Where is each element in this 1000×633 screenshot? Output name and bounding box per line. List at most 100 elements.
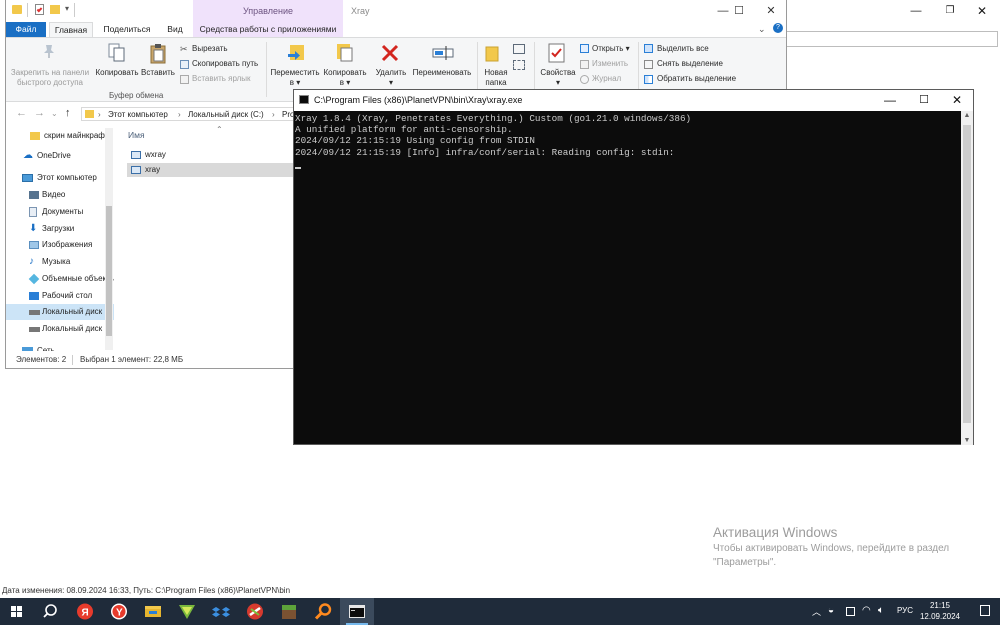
close-button[interactable]: ✕ bbox=[755, 2, 786, 20]
ribbon-collapse-icon[interactable]: ⌄ bbox=[758, 24, 766, 35]
picture-icon bbox=[29, 241, 39, 249]
new-folder-qa-icon[interactable] bbox=[50, 5, 60, 14]
tray-overflow-icon[interactable]: ︿ bbox=[812, 605, 821, 632]
scrollbar-thumb[interactable] bbox=[106, 206, 112, 336]
bg-address-field[interactable] bbox=[784, 31, 998, 47]
bg-minimize-button[interactable]: — bbox=[900, 1, 932, 21]
open-label: Открыть ▾ bbox=[592, 44, 630, 53]
recent-dropdown-icon[interactable]: ⌄ bbox=[51, 109, 58, 118]
tab-view[interactable]: Вид bbox=[161, 22, 189, 37]
video-icon bbox=[29, 191, 39, 199]
nav-item-3d-objects[interactable]: Объемные объекты bbox=[6, 271, 114, 287]
console-taskbar-button[interactable] bbox=[340, 598, 374, 625]
scrollbar-thumb[interactable] bbox=[963, 125, 971, 423]
scroll-up-icon[interactable]: ▲ bbox=[961, 112, 973, 119]
file-row-wxray[interactable]: wxray bbox=[127, 148, 297, 162]
network-status-icon[interactable]: ◒ bbox=[828, 605, 834, 632]
explorer-titlebar: ▾ bbox=[6, 0, 786, 22]
desktop-icon bbox=[29, 292, 39, 300]
tab-share[interactable]: Поделиться bbox=[99, 22, 155, 37]
breadcrumb-local-disk[interactable]: Локальный диск (C:) bbox=[188, 110, 264, 119]
yandex-browser-button[interactable]: Я bbox=[68, 598, 102, 625]
file-row-xray[interactable]: xray bbox=[127, 163, 297, 177]
column-header-name[interactable]: Имя bbox=[128, 130, 145, 140]
yandex-app-button[interactable]: Y bbox=[102, 598, 136, 625]
nav-item-music[interactable]: ♪ Музыка bbox=[6, 254, 114, 270]
nav-item-network[interactable]: Сеть bbox=[6, 343, 114, 351]
vpn-icon bbox=[179, 605, 195, 619]
tab-home[interactable]: Главная bbox=[49, 22, 93, 37]
nav-item-quick-folder[interactable]: скрин майнкрафт bbox=[6, 128, 114, 144]
speaker-icon[interactable]: 🔈︎ bbox=[878, 605, 884, 632]
folder-icon bbox=[12, 5, 22, 14]
forward-arrow-icon[interactable]: → bbox=[34, 107, 45, 119]
rename-icon bbox=[432, 44, 454, 64]
console-line: 2024/09/12 21:15:19 [Info] infra/conf/se… bbox=[295, 146, 675, 158]
battery-icon[interactable] bbox=[846, 607, 855, 616]
divider bbox=[266, 42, 267, 97]
minecraft-launcher-button[interactable] bbox=[238, 598, 272, 625]
language-indicator[interactable]: РУС bbox=[897, 606, 913, 633]
help-icon[interactable]: ? bbox=[773, 23, 783, 33]
bg-close-button[interactable]: ✕ bbox=[966, 1, 998, 21]
nav-item-local-disk-c[interactable]: Локальный диск bbox=[6, 304, 114, 320]
file-explorer-button[interactable] bbox=[136, 598, 170, 625]
clock-time: 21:15 bbox=[929, 601, 951, 610]
folder-icon bbox=[145, 606, 161, 617]
properties-qa-icon[interactable] bbox=[35, 4, 44, 15]
windows-activation-watermark: Активация Windows Чтобы активировать Win… bbox=[713, 525, 949, 570]
vpn-app-button[interactable] bbox=[170, 598, 204, 625]
nav-item-label: Локальный диск bbox=[42, 324, 103, 333]
nav-item-label: Локальный диск bbox=[42, 307, 103, 316]
tab-app-tools[interactable]: Средства работы с приложениями bbox=[195, 22, 341, 37]
qa-dropdown-icon[interactable]: ▾ bbox=[65, 4, 69, 13]
start-button[interactable] bbox=[0, 598, 34, 625]
scroll-down-icon[interactable]: ▼ bbox=[961, 437, 973, 444]
maximize-button[interactable]: ☐ bbox=[723, 2, 755, 20]
clock[interactable]: 21:15 12.09.2024 bbox=[916, 600, 964, 622]
back-arrow-icon[interactable]: ← bbox=[16, 107, 27, 119]
search-button[interactable] bbox=[34, 598, 68, 625]
console-output[interactable]: Xray 1.8.4 (Xray, Penetrates Everything.… bbox=[294, 111, 961, 444]
minecraft-button[interactable] bbox=[272, 598, 306, 625]
console-close-button[interactable]: ✕ bbox=[941, 91, 973, 110]
nav-item-pictures[interactable]: Изображения bbox=[6, 237, 114, 253]
new-item-icon[interactable] bbox=[513, 44, 525, 54]
nav-item-documents[interactable]: Документы bbox=[6, 204, 114, 220]
exe-icon bbox=[131, 166, 141, 174]
copy-path-label: Скопировать путь bbox=[192, 59, 259, 68]
nav-item-downloads[interactable]: ⬇ Загрузки bbox=[6, 221, 114, 237]
folder-icon bbox=[85, 110, 94, 118]
nav-scrollbar[interactable] bbox=[105, 128, 113, 350]
windows-logo-icon bbox=[11, 606, 22, 617]
console-line: Xray 1.8.4 (Xray, Penetrates Everything.… bbox=[295, 113, 692, 124]
new-folder-label-2: папка bbox=[485, 78, 507, 87]
nav-item-videos[interactable]: Видео bbox=[6, 187, 114, 203]
breadcrumb[interactable]: › Этот компьютер › Локальный диск (C:) ›… bbox=[81, 107, 301, 121]
nav-item-desktop[interactable]: Рабочий стол bbox=[6, 288, 114, 304]
nav-item-label: Загрузки bbox=[42, 224, 75, 233]
invert-selection-icon bbox=[644, 75, 653, 84]
nav-item-local-disk-2[interactable]: Локальный диск bbox=[6, 321, 114, 337]
nav-item-onedrive[interactable]: ☁ OneDrive bbox=[6, 148, 114, 164]
console-minimize-button[interactable]: — bbox=[874, 91, 906, 110]
paste-shortcut-icon bbox=[180, 75, 189, 84]
breadcrumb-this-pc[interactable]: Этот компьютер bbox=[108, 110, 168, 119]
nav-item-this-pc[interactable]: Этот компьютер bbox=[6, 170, 114, 186]
up-arrow-icon[interactable]: ↑ bbox=[65, 107, 71, 119]
console-maximize-button[interactable]: ☐ bbox=[908, 91, 940, 110]
wifi-icon[interactable]: ◠ bbox=[862, 605, 871, 632]
search-app-button[interactable] bbox=[306, 598, 340, 625]
notifications-icon[interactable] bbox=[980, 605, 990, 616]
console-scrollbar[interactable]: ▲ ▼ bbox=[961, 111, 973, 445]
bg-restore-button[interactable]: ❐ bbox=[934, 1, 966, 21]
console-titlebar[interactable]: C:\Program Files (x86)\PlanetVPN\bin\Xra… bbox=[294, 90, 973, 111]
edit-label: Изменить bbox=[592, 59, 629, 68]
console-window: C:\Program Files (x86)\PlanetVPN\bin\Xra… bbox=[293, 89, 974, 445]
status-item-count: Элементов: 2 bbox=[16, 355, 67, 364]
nav-item-label: Этот компьютер bbox=[37, 173, 97, 182]
move-to-label-2: в ▾ bbox=[289, 78, 301, 87]
tab-file[interactable]: Файл bbox=[6, 22, 46, 37]
paste-shortcut-label: Вставить ярлык bbox=[192, 74, 251, 83]
dropbox-button[interactable] bbox=[204, 598, 238, 625]
